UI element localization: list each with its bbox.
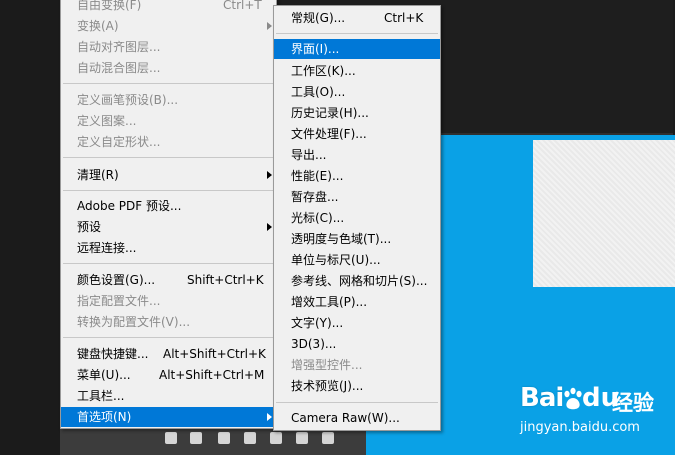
submenu-item-3d[interactable]: 3D(3)... [274, 334, 440, 354]
baidu-paw-icon [564, 387, 582, 410]
submenu-item-scratch-disks[interactable]: 暂存盘... [274, 187, 440, 207]
submenu-item-tools[interactable]: 工具(O)... [274, 82, 440, 102]
submenu-item-file-handling[interactable]: 文件处理(F)... [274, 124, 440, 144]
submenu-arrow-icon [267, 223, 272, 231]
mask-icon[interactable] [218, 432, 230, 444]
submenu-item-export[interactable]: 导出... [274, 145, 440, 165]
submenu-item-units-rulers[interactable]: 单位与标尺(U)... [274, 250, 440, 270]
menu-item-convert-profile[interactable]: 转换为配置文件(V)... [61, 312, 276, 332]
menu-separator [276, 402, 438, 403]
menu-separator [63, 157, 274, 158]
submenu-arrow-icon [267, 22, 272, 30]
menu-separator [63, 83, 274, 84]
submenu-item-transparency-gamut[interactable]: 透明度与色域(T)... [274, 229, 440, 249]
submenu-item-interface[interactable]: 界面(I)... [274, 39, 440, 59]
menu-item-presets[interactable]: 预设 [61, 217, 276, 237]
edit-menu: 自由变换(F) Ctrl+T 变换(A) 自动对齐图层... 自动混合图层...… [60, 0, 277, 429]
menu-item-define-brush[interactable]: 定义画笔预设(B)... [61, 90, 276, 110]
menu-item-auto-blend-layers[interactable]: 自动混合图层... [61, 58, 276, 78]
menu-item-define-shape[interactable]: 定义自定形状... [61, 132, 276, 152]
submenu-item-plugins[interactable]: 增效工具(P)... [274, 292, 440, 312]
new-layer-icon[interactable] [296, 432, 308, 444]
menu-item-adobe-pdf-presets[interactable]: Adobe PDF 预设... [61, 196, 276, 216]
menu-item-define-pattern[interactable]: 定义图案... [61, 111, 276, 131]
submenu-item-general[interactable]: 常规(G)... Ctrl+K [274, 8, 440, 28]
adjustment-icon[interactable] [244, 432, 256, 444]
menu-item-keyboard-shortcuts[interactable]: 键盘快捷键... Alt+Shift+Ctrl+K [61, 344, 276, 364]
menu-item-auto-align-layers[interactable]: 自动对齐图层... [61, 37, 276, 57]
submenu-item-cursors[interactable]: 光标(C)... [274, 208, 440, 228]
submenu-arrow-icon [267, 413, 272, 421]
menu-separator [63, 190, 274, 191]
menu-separator [63, 263, 274, 264]
baidu-jingyan-watermark: Bai du 经验 jingyan.baidu.com [520, 383, 654, 435]
submenu-item-enhanced-controls[interactable]: 增强型控件... [274, 355, 440, 375]
canvas-document-preview [533, 140, 675, 287]
menu-item-preferences[interactable]: 首选项(N) [61, 407, 276, 427]
submenu-item-history[interactable]: 历史记录(H)... [274, 103, 440, 123]
submenu-item-workspace[interactable]: 工作区(K)... [274, 61, 440, 81]
submenu-item-guides-grid-slices[interactable]: 参考线、网格和切片(S)... [274, 271, 440, 291]
link-icon[interactable] [165, 432, 177, 444]
submenu-arrow-icon [267, 171, 272, 179]
preferences-submenu: 常规(G)... Ctrl+K 界面(I)... 工作区(K)... 工具(O)… [273, 5, 441, 431]
submenu-item-technology-previews[interactable]: 技术预览(J)... [274, 376, 440, 396]
fx-icon[interactable] [190, 432, 202, 444]
trash-icon[interactable] [322, 432, 334, 444]
ps-left-dark-edge [0, 0, 60, 455]
menu-item-color-settings[interactable]: 颜色设置(G)... Shift+Ctrl+K [61, 270, 276, 290]
menu-separator [63, 337, 274, 338]
menu-item-toolbar[interactable]: 工具栏... [61, 386, 276, 406]
menu-item-menus[interactable]: 菜单(U)... Alt+Shift+Ctrl+M [61, 365, 276, 385]
submenu-item-type[interactable]: 文字(Y)... [274, 313, 440, 333]
submenu-item-camera-raw[interactable]: Camera Raw(W)... [274, 408, 440, 428]
menu-item-transform[interactable]: 变换(A) [61, 16, 276, 36]
folder-icon[interactable] [270, 432, 282, 444]
menu-item-remote-connections[interactable]: 远程连接... [61, 238, 276, 258]
submenu-item-performance[interactable]: 性能(E)... [274, 166, 440, 186]
menu-item-assign-profile[interactable]: 指定配置文件... [61, 291, 276, 311]
menu-item-purge[interactable]: 清理(R) [61, 165, 276, 185]
menu-item-free-transform[interactable]: 自由变换(F) Ctrl+T [61, 0, 276, 15]
menu-separator [276, 33, 438, 34]
